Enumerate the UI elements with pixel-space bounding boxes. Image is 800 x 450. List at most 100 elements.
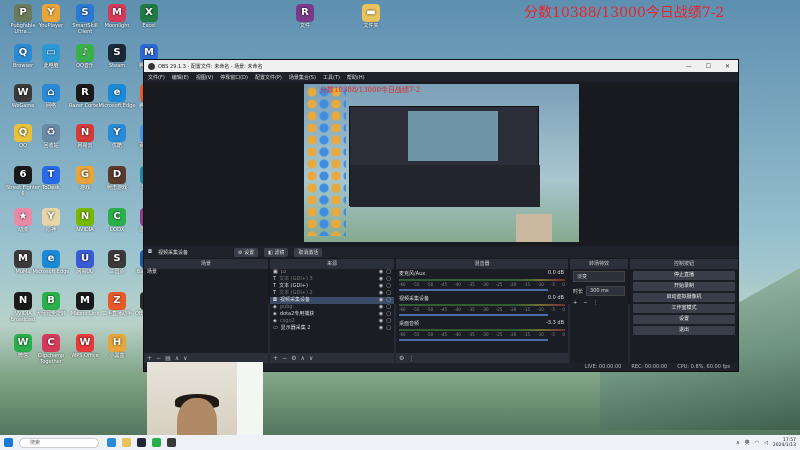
desktop-icon[interactable]: e Microsoft Edge xyxy=(32,250,70,275)
mixer-menu-icon[interactable]: ⋮ xyxy=(408,355,414,362)
windows-start-icon[interactable] xyxy=(4,438,13,447)
source-item[interactable]: ◈ dota2专用捕获 ◉ ▢ xyxy=(270,311,394,318)
mixer-settings-icon[interactable]: ⚙ xyxy=(399,355,404,362)
menu-docks[interactable]: 停靠窗口(D) xyxy=(220,74,248,81)
menu-view[interactable]: 视图(V) xyxy=(196,74,213,81)
obs-icon[interactable] xyxy=(167,438,176,447)
properties-button[interactable]: ⚙ 设置 xyxy=(233,247,259,257)
obs-titlebar[interactable]: OBS 29.1.3 - 配置文件: 未命名 - 场景: 未命名 — ☐ ✕ xyxy=(144,60,738,72)
visibility-eye-icon[interactable]: ◉ xyxy=(379,269,383,276)
desktop-icon[interactable]: Y 原神 xyxy=(32,208,70,233)
move-down-icon[interactable]: ∨ xyxy=(309,355,313,362)
source-item[interactable]: ◘ 视频采集设备 ◉ ▢ xyxy=(270,297,394,304)
desktop-icon[interactable]: H 小黑盒 xyxy=(98,334,136,359)
settings-button[interactable]: 设置 xyxy=(633,315,735,324)
desktop-icon[interactable]: ♻ 回收站 xyxy=(32,124,70,149)
source-item[interactable]: T 文本 (GDI+) 2 ◉ ▢ xyxy=(270,290,394,297)
volume-slider[interactable] xyxy=(399,339,549,341)
deactivate-button[interactable]: 取消激活 xyxy=(294,247,323,257)
preview-canvas[interactable] xyxy=(304,84,579,242)
filters-button[interactable]: ◧ 滤镜 xyxy=(264,247,289,257)
menu-file[interactable]: 文件(F) xyxy=(148,74,165,81)
visibility-eye-icon[interactable]: ◉ xyxy=(379,290,383,297)
steam-icon[interactable] xyxy=(137,438,146,447)
lock-icon[interactable]: ▢ xyxy=(386,290,391,297)
lock-icon[interactable]: ▢ xyxy=(386,304,391,311)
search-input[interactable]: 搜索 xyxy=(19,437,99,448)
duration-input[interactable]: 300 ms xyxy=(586,286,625,296)
source-item[interactable]: ◈ pubg ◉ ▢ xyxy=(270,304,394,311)
visibility-eye-icon[interactable]: ◉ xyxy=(379,325,383,332)
close-button[interactable]: ✕ xyxy=(725,63,730,70)
network-icon[interactable]: ◠ xyxy=(755,440,759,446)
lock-icon[interactable]: ▢ xyxy=(386,297,391,304)
scene-item[interactable]: 场景 xyxy=(144,269,268,276)
preview-desktop-icons xyxy=(306,86,346,236)
source-item[interactable]: T 文本 (GDI+) ◉ ▢ xyxy=(270,283,394,290)
move-up-icon[interactable]: ∧ xyxy=(300,355,304,362)
desktop-icon[interactable]: ▭ 此电脑 xyxy=(32,44,70,69)
clock[interactable]: 17:57 2024/1/13 xyxy=(773,438,796,448)
exit-button[interactable]: 退出 xyxy=(633,326,735,335)
scene-filter-icon[interactable]: ▤ xyxy=(165,355,171,362)
source-item[interactable]: ▣ pz ◉ ▢ xyxy=(270,269,394,276)
remove-source-button[interactable]: − xyxy=(282,355,287,362)
stop-streaming-button[interactable]: 停止直播 xyxy=(633,271,735,280)
menu-tools[interactable]: 工具(T) xyxy=(323,74,340,81)
studio-mode-button[interactable]: 工作室模式 xyxy=(633,304,735,313)
source-settings-icon[interactable]: ⚙ xyxy=(291,355,296,362)
minimize-button[interactable]: — xyxy=(686,63,692,70)
meter-scale-label: -35 xyxy=(468,282,475,287)
menu-edit[interactable]: 编辑(E) xyxy=(172,74,189,81)
source-item[interactable]: ▭ 显示器采集 2 ◉ ▢ xyxy=(270,325,394,332)
desktop-icon[interactable]: X Excel xyxy=(130,4,168,29)
visibility-eye-icon[interactable]: ◉ xyxy=(379,297,383,304)
menu-profile[interactable]: 配置文件(P) xyxy=(255,74,282,81)
source-item[interactable]: ◈ csgo2 ◉ ▢ xyxy=(270,318,394,325)
volume-icon[interactable]: ◁ xyxy=(764,440,768,446)
lock-icon[interactable]: ▢ xyxy=(386,276,391,283)
remove-scene-button[interactable]: − xyxy=(156,355,161,362)
move-up-icon[interactable]: ∧ xyxy=(175,355,179,362)
source-item[interactable]: T 文本 (GDI+) 3 ◉ ▢ xyxy=(270,276,394,283)
start-virtual-camera-button[interactable]: 启动虚拟摄像机 xyxy=(633,293,735,302)
maximize-button[interactable]: ☐ xyxy=(706,63,711,70)
sources-list[interactable]: ▣ pz ◉ ▢ T 文本 (GDI+) 3 ◉ ▢ T 文本 (GDI+) ◉ ▢ T 文本 (GDI+… xyxy=(270,269,394,353)
obs-window[interactable]: OBS 29.1.3 - 配置文件: 未命名 - 场景: 未命名 — ☐ ✕ 文… xyxy=(143,59,739,372)
edge-icon[interactable] xyxy=(107,438,116,447)
desktop-icon[interactable]: Y YouPlayer xyxy=(32,4,70,29)
tray-chevron-icon[interactable]: ∧ xyxy=(736,440,740,446)
volume-slider[interactable] xyxy=(399,314,549,316)
visibility-eye-icon[interactable]: ◉ xyxy=(379,276,383,283)
scenes-list[interactable]: 场景 xyxy=(144,269,268,353)
menu-scene-collection[interactable]: 场景集合(S) xyxy=(289,74,316,81)
menu-help[interactable]: 帮助(H) xyxy=(347,74,365,81)
wechat-icon[interactable] xyxy=(152,438,161,447)
lock-icon[interactable]: ▢ xyxy=(386,318,391,325)
remove-transition-button[interactable]: − xyxy=(583,300,587,306)
transition-menu-icon[interactable]: ⋮ xyxy=(593,300,598,306)
lock-icon[interactable]: ▢ xyxy=(386,269,391,276)
lock-icon[interactable]: ▢ xyxy=(386,311,391,318)
visibility-eye-icon[interactable]: ◉ xyxy=(379,304,383,311)
desktop-icon[interactable]: ▬ 文件夹 xyxy=(352,4,390,29)
add-scene-button[interactable]: + xyxy=(147,355,152,362)
visibility-eye-icon[interactable]: ◉ xyxy=(379,318,383,325)
file-explorer-icon[interactable] xyxy=(122,438,131,447)
desktop-icon[interactable]: ⌂ 网络 xyxy=(32,84,70,109)
desktop-icon[interactable]: C Clipchamp Together xyxy=(32,334,70,365)
transition-select[interactable]: 淡变 xyxy=(573,271,625,282)
desktop-icon[interactable]: R 文件 xyxy=(286,4,324,29)
desktop-icon[interactable]: T ToDesk xyxy=(32,166,70,191)
visibility-eye-icon[interactable]: ◉ xyxy=(379,283,383,290)
volume-slider[interactable] xyxy=(399,289,549,291)
visibility-eye-icon[interactable]: ◉ xyxy=(379,311,383,318)
add-source-button[interactable]: + xyxy=(273,355,278,362)
lock-icon[interactable]: ▢ xyxy=(386,283,391,290)
ime-indicator[interactable]: 英 xyxy=(745,439,750,446)
start-recording-button[interactable]: 开始录制 xyxy=(633,282,735,291)
desktop-icon[interactable]: B 大师兄全能转 xyxy=(32,292,70,317)
lock-icon[interactable]: ▢ xyxy=(386,325,391,332)
add-transition-button[interactable]: + xyxy=(573,300,577,306)
move-down-icon[interactable]: ∨ xyxy=(183,355,187,362)
